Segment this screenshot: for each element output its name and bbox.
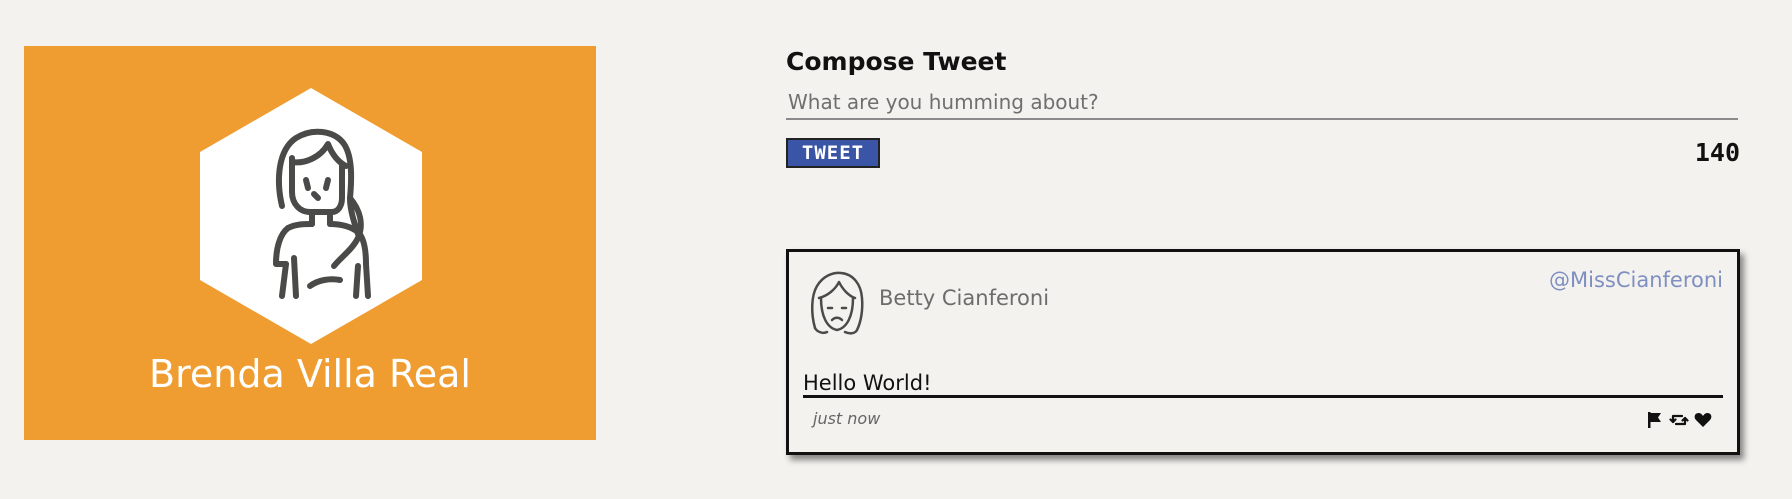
compose-input[interactable]: [786, 86, 1738, 120]
compose-actions: TWEET 140: [786, 136, 1740, 170]
retweet-icon[interactable]: [1669, 410, 1689, 430]
profile-name: Brenda Villa Real: [149, 352, 471, 396]
tweet-actions: [1645, 410, 1713, 430]
tweet-body: Hello World!: [803, 368, 1723, 398]
tweet-author-name[interactable]: Betty Cianferoni: [879, 286, 1049, 310]
tweet-button[interactable]: TWEET: [786, 138, 880, 168]
profile-avatar: [200, 88, 422, 344]
profile-card: Brenda Villa Real: [24, 46, 596, 440]
tweet-timestamp: just now: [813, 409, 881, 428]
tweet-card: Betty Cianferoni @MissCianferoni Hello W…: [786, 249, 1740, 455]
character-counter: 140: [1694, 138, 1740, 167]
compose-title: Compose Tweet: [786, 47, 1007, 76]
woman-face-icon: [811, 271, 864, 335]
heart-icon[interactable]: [1693, 410, 1713, 430]
flag-icon[interactable]: [1645, 410, 1665, 430]
compose-tweet-panel: Compose Tweet TWEET 140: [786, 46, 1740, 170]
tweet-author-handle[interactable]: @MissCianferoni: [1549, 268, 1723, 292]
